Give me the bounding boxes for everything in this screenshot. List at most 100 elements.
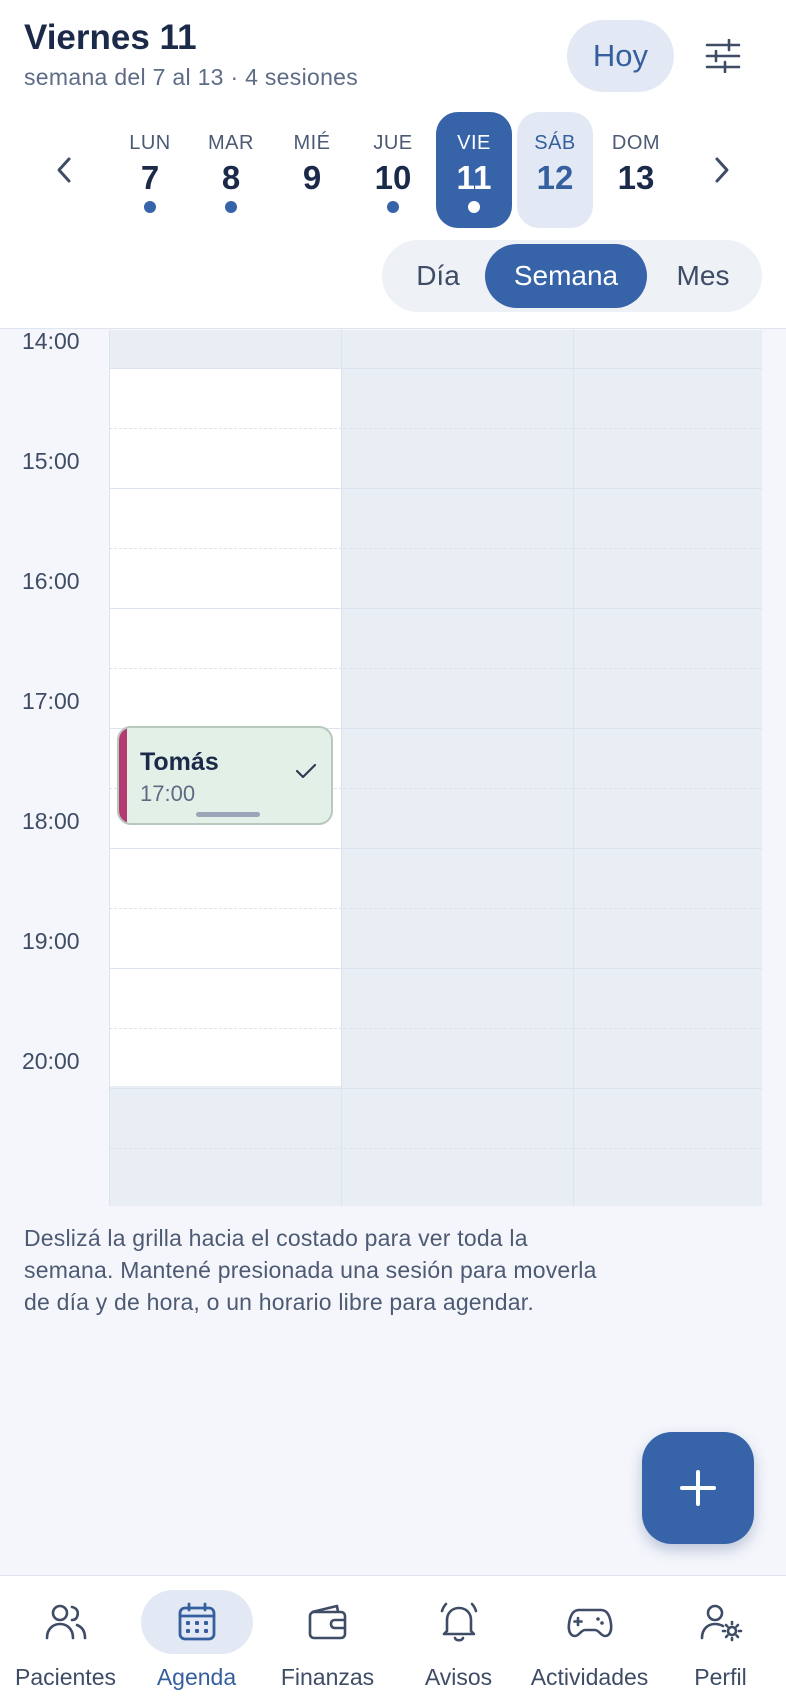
tab-avisos[interactable]: Avisos (393, 1576, 524, 1704)
hour-gridline (109, 968, 762, 969)
patients-icon (45, 1604, 86, 1640)
tab-agenda[interactable]: Agenda (131, 1576, 262, 1704)
grid-usage-hint: Deslizá la grilla hacia el costado para … (24, 1225, 597, 1315)
tab-label: Actividades (530, 1664, 649, 1690)
week-day-name: MAR (208, 132, 254, 154)
hour-label: 14:00 (22, 328, 80, 354)
view-option-day-label: Día (416, 260, 460, 291)
tab-label: Avisos (424, 1664, 493, 1690)
week-day-7[interactable]: LUN 7 (112, 112, 188, 228)
resize-handle[interactable] (196, 812, 260, 817)
page-title: Viernes 11 (24, 18, 197, 57)
previous-week-button[interactable] (44, 145, 84, 195)
hour-gridline (109, 1088, 762, 1089)
view-option-week-label: Semana (513, 260, 619, 291)
half-hour-gridline (109, 548, 762, 549)
hour-gridline (109, 848, 762, 849)
half-hour-gridline (109, 908, 762, 909)
week-day-9[interactable]: MIÉ 9 (274, 112, 350, 228)
view-option-month-label: Mes (676, 260, 730, 291)
hour-label: 16:00 (22, 568, 80, 594)
next-week-button[interactable] (702, 145, 742, 195)
week-day-13[interactable]: DOM 13 (598, 112, 674, 228)
session-indicator-dot (468, 201, 480, 213)
tab-label: Perfil (694, 1664, 747, 1690)
week-day-name: VIE (457, 132, 491, 154)
unavailable-slot (110, 330, 341, 368)
session-color-bar (119, 728, 127, 823)
unavailable-slot (110, 1086, 341, 1206)
week-day-number: 8 (221, 159, 241, 196)
week-day-number: 9 (302, 159, 322, 196)
tab-icon-wrap (403, 1590, 515, 1654)
grid-column-sunday[interactable] (573, 330, 762, 1206)
session-indicator-dot (225, 201, 237, 213)
week-day-number: 7 (140, 159, 160, 196)
view-option-day[interactable]: Día (388, 244, 488, 308)
session-card[interactable]: Tomás 17:00 (117, 726, 333, 825)
session-patient-name: Tomás (140, 748, 219, 776)
tab-icon-wrap (534, 1590, 646, 1654)
week-day-number: 10 (374, 159, 412, 196)
hour-label: 20:00 (22, 1048, 80, 1074)
tab-pacientes[interactable]: Pacientes (0, 1576, 131, 1704)
profile-settings-icon (700, 1604, 742, 1642)
tab-icon-wrap (665, 1590, 777, 1654)
chevron-left-icon (57, 157, 71, 183)
tab-icon-wrap (272, 1590, 384, 1654)
bell-icon (440, 1602, 477, 1642)
tab-perfil[interactable]: Perfil (655, 1576, 786, 1704)
today-button-label: Hoy (592, 38, 649, 73)
half-hour-gridline (109, 1028, 762, 1029)
tab-label: Finanzas (280, 1664, 375, 1690)
plus-icon (680, 1470, 716, 1506)
week-day-11[interactable]: VIE 11 (436, 112, 512, 228)
add-session-button[interactable] (642, 1432, 754, 1544)
chevron-right-icon (715, 157, 729, 183)
gamepad-icon (567, 1608, 612, 1638)
hour-gridline (109, 608, 762, 609)
agenda-header: Viernes 11 semana del 7 al 13 · 4 sesion… (0, 0, 786, 329)
sliders-icon (705, 39, 741, 73)
week-day-number: 12 (536, 159, 574, 196)
week-grid[interactable]: 14:00 15:00 16:00 17:00 18:00 19:00 20:00 Tomá… (0, 328, 786, 1206)
half-hour-gridline (109, 428, 762, 429)
tab-finanzas[interactable]: Finanzas (262, 1576, 393, 1704)
half-hour-gridline (109, 1148, 762, 1149)
week-day-name: LUN (129, 132, 171, 154)
grid-column-saturday[interactable] (341, 330, 573, 1206)
session-indicator-dot (387, 201, 399, 213)
tab-icon-wrap (140, 1590, 253, 1654)
week-day-8[interactable]: MAR 8 (193, 112, 269, 228)
hour-label: 17:00 (22, 688, 80, 714)
view-option-week[interactable]: Semana (485, 244, 647, 308)
half-hour-gridline (109, 668, 762, 669)
week-day-name: JUE (373, 132, 413, 154)
week-summary: semana del 7 al 13 · 4 sesiones (24, 64, 359, 90)
hour-label: 15:00 (22, 448, 80, 474)
hour-label: 18:00 (22, 808, 80, 834)
week-day-12[interactable]: SÁB 12 (517, 112, 593, 228)
hour-gridline (109, 488, 762, 489)
tab-actividades[interactable]: Actividades (524, 1576, 655, 1704)
today-button[interactable]: Hoy (567, 20, 674, 92)
week-day-number: 11 (456, 159, 492, 196)
week-day-10[interactable]: JUE 10 (355, 112, 431, 228)
calendar-icon (178, 1602, 215, 1641)
hour-label: 19:00 (22, 928, 80, 954)
week-day-name: SÁB (534, 132, 576, 154)
tab-label: Agenda (156, 1664, 237, 1690)
check-icon (295, 763, 317, 779)
week-day-name: DOM (611, 132, 661, 154)
view-option-month[interactable]: Mes (650, 244, 756, 308)
bottom-tab-bar: Pacientes Agenda Finanzas Avisos Activid… (0, 1575, 786, 1704)
week-day-name: MIÉ (293, 132, 331, 154)
session-indicator-dot (144, 201, 156, 213)
wallet-icon (308, 1604, 346, 1640)
hour-gridline (109, 368, 762, 369)
filter-button[interactable] (696, 30, 750, 82)
tab-label: Pacientes (14, 1664, 116, 1690)
session-time: 17:00 (140, 781, 196, 806)
view-switcher: Día Semana Mes (382, 240, 762, 312)
tab-icon-wrap (10, 1590, 122, 1654)
